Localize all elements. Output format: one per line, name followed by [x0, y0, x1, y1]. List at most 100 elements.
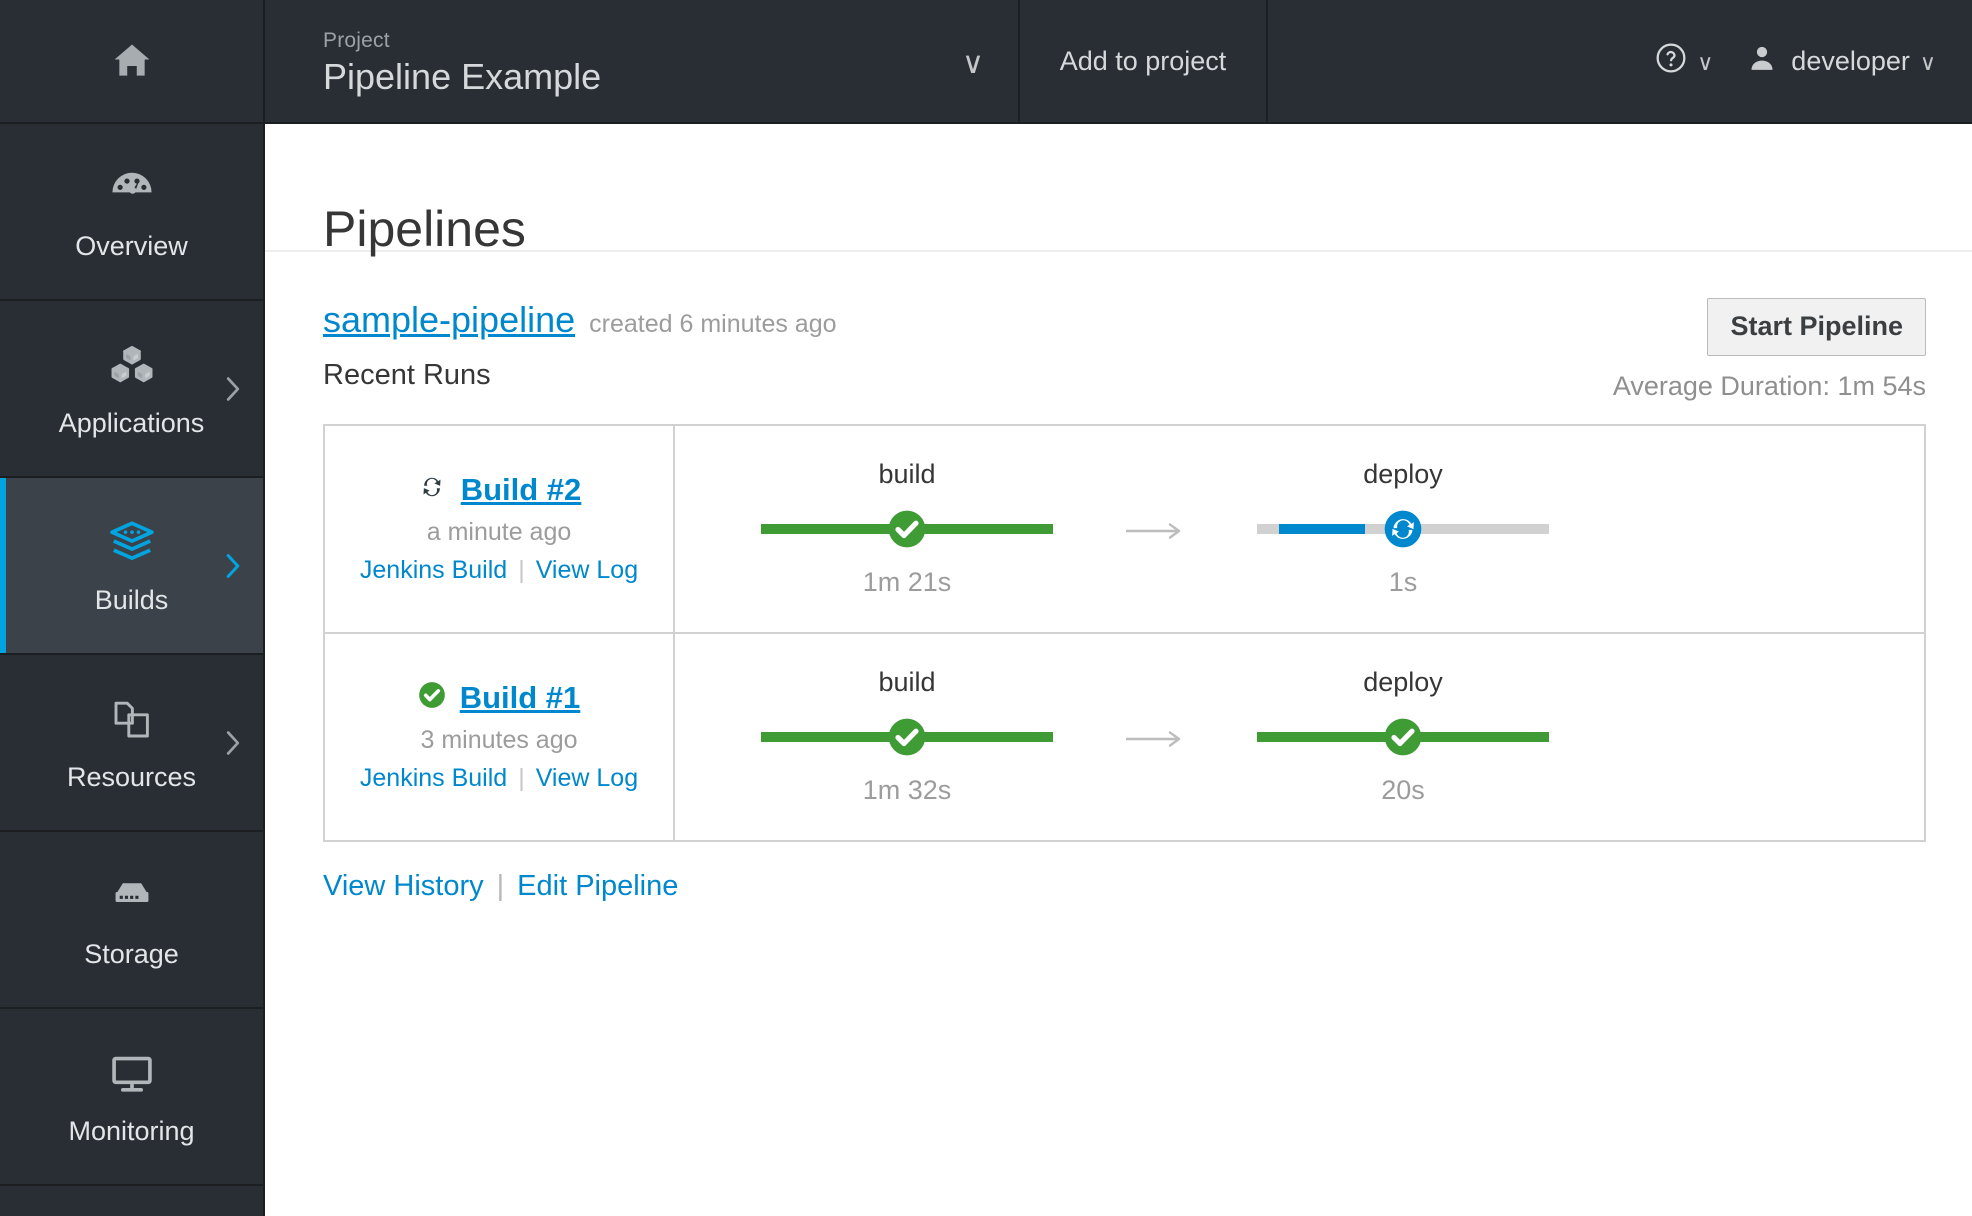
- arrow-right-icon: [1113, 519, 1197, 543]
- pipeline-header-left: sample-pipeline created 6 minutes ago Re…: [323, 296, 837, 392]
- sidebar-item-label: Applications: [58, 407, 205, 438]
- help-circle-icon: [1655, 42, 1687, 81]
- pipeline-created-label: created 6 minutes ago: [589, 310, 837, 338]
- table-row: Build #1 3 minutes ago Jenkins Build | V…: [325, 634, 1924, 840]
- build-timestamp: a minute ago: [426, 517, 572, 546]
- stage-progress-bar: [761, 715, 1053, 759]
- jenkins-build-link[interactable]: Jenkins Build: [360, 763, 507, 793]
- app-shell: Project Pipeline Example ∨ Add to projec…: [0, 0, 1972, 1216]
- build-links: Jenkins Build | View Log: [360, 763, 638, 793]
- page-title: Pipelines: [323, 200, 526, 257]
- build-title-row: Build #1: [418, 680, 581, 716]
- jenkins-build-link[interactable]: Jenkins Build: [360, 555, 507, 585]
- stage-build[interactable]: build: [701, 458, 1113, 598]
- add-to-project-button[interactable]: Add to project: [1020, 0, 1268, 122]
- chevron-right-icon[interactable]: [225, 730, 241, 756]
- project-text-block: Project Pipeline Example: [323, 24, 601, 99]
- stage-duration: 1m 32s: [862, 775, 952, 805]
- user-name-label: developer: [1791, 45, 1910, 76]
- stage-progress-bar: [1257, 507, 1549, 551]
- primary-sidebar: Overview Applications Builds Resources S…: [0, 124, 265, 1216]
- stage-name: build: [878, 459, 936, 489]
- topbar-right-group: ∨ developer ∨: [1655, 0, 1972, 122]
- help-menu[interactable]: ∨: [1655, 42, 1713, 81]
- help-chevron-down-icon[interactable]: ∨: [1697, 52, 1713, 74]
- chevron-right-icon[interactable]: [225, 553, 241, 579]
- run-stages-cell: build: [675, 426, 1924, 632]
- build-name-link[interactable]: Build #2: [461, 472, 582, 508]
- build-links: Jenkins Build | View Log: [360, 555, 638, 585]
- sidebar-item-builds[interactable]: Builds: [0, 478, 263, 655]
- chevron-right-icon[interactable]: [225, 376, 241, 402]
- stage-name: deploy: [1363, 667, 1443, 697]
- stage-progress-bar: [1257, 715, 1549, 759]
- sidebar-item-resources[interactable]: Resources: [0, 655, 263, 832]
- recent-runs-table: Build #2 a minute ago Jenkins Build | Vi…: [323, 424, 1926, 842]
- project-kicker: Project: [323, 28, 390, 52]
- sidebar-item-monitoring[interactable]: Monitoring: [0, 1009, 263, 1186]
- pipelines-content: sample-pipeline created 6 minutes ago Re…: [265, 252, 1972, 903]
- table-row: Build #2 a minute ago Jenkins Build | Vi…: [325, 426, 1924, 634]
- stage-build[interactable]: build: [701, 666, 1113, 806]
- stage-name: deploy: [1363, 459, 1443, 489]
- top-navigation-bar: Project Pipeline Example ∨ Add to projec…: [0, 0, 1972, 124]
- stage-deploy[interactable]: deploy: [1197, 666, 1609, 806]
- pipeline-header-right: Start Pipeline Average Duration: 1m 54s: [1613, 296, 1926, 402]
- cubes-icon: [106, 339, 158, 393]
- sidebar-item-applications[interactable]: Applications: [0, 301, 263, 478]
- stage-progress-fill: [1279, 524, 1365, 534]
- main-content: Pipelines sample-pipeline created 6 minu…: [265, 124, 1972, 1216]
- link-separator: |: [518, 555, 525, 584]
- check-circle-icon: [887, 509, 927, 549]
- dashboard-icon: [107, 162, 157, 216]
- sidebar-item-overview[interactable]: Overview: [0, 124, 263, 301]
- view-history-link[interactable]: View History: [323, 869, 484, 903]
- build-name-link[interactable]: Build #1: [460, 680, 581, 716]
- monitor-icon: [107, 1047, 157, 1101]
- pipeline-footer-links: View History | Edit Pipeline: [323, 869, 1926, 903]
- page-header: Pipelines: [265, 124, 1972, 257]
- run-stages-cell: build: [675, 634, 1924, 840]
- chevron-down-icon[interactable]: ∨: [962, 49, 984, 79]
- build-timestamp: 3 minutes ago: [420, 725, 578, 754]
- edit-pipeline-link[interactable]: Edit Pipeline: [517, 869, 678, 903]
- sync-circle-icon: [1383, 509, 1423, 549]
- user-chevron-down-icon[interactable]: ∨: [1920, 52, 1936, 74]
- pipeline-title-row: sample-pipeline created 6 minutes ago: [323, 298, 837, 342]
- arrow-right-icon: [1113, 727, 1197, 751]
- sidebar-item-storage[interactable]: Storage: [0, 832, 263, 1009]
- documents-icon: [108, 693, 156, 747]
- user-avatar-icon: [1747, 43, 1777, 80]
- stage-duration: 20s: [1381, 775, 1425, 805]
- sidebar-item-label: Overview: [75, 230, 188, 261]
- check-circle-icon: [418, 681, 446, 714]
- view-log-link[interactable]: View Log: [536, 555, 638, 585]
- stage-name: build: [878, 667, 936, 697]
- stage-progress-bar: [761, 507, 1053, 551]
- project-selector[interactable]: Project Pipeline Example ∨: [265, 0, 1020, 122]
- project-name: Pipeline Example: [323, 55, 602, 97]
- home-button[interactable]: [0, 0, 265, 122]
- link-separator: |: [496, 870, 505, 902]
- body-row: Overview Applications Builds Resources S…: [0, 124, 1972, 1216]
- link-separator: |: [518, 763, 525, 792]
- pipeline-name-link[interactable]: sample-pipeline: [323, 298, 575, 342]
- average-duration-label: Average Duration: 1m 54s: [1612, 371, 1926, 401]
- run-info-cell: Build #2 a minute ago Jenkins Build | Vi…: [325, 426, 675, 632]
- stage-duration: 1m 21s: [862, 567, 952, 597]
- user-menu[interactable]: developer ∨: [1747, 43, 1936, 80]
- start-pipeline-button[interactable]: Start Pipeline: [1707, 298, 1926, 356]
- sync-running-icon: [417, 472, 447, 507]
- recent-runs-heading: Recent Runs: [323, 359, 491, 391]
- home-icon: [110, 39, 154, 83]
- add-to-project-label: Add to project: [1059, 45, 1227, 76]
- sidebar-item-label: Monitoring: [68, 1115, 195, 1146]
- view-log-link[interactable]: View Log: [536, 763, 638, 793]
- layers-icon: [106, 516, 158, 570]
- stage-deploy[interactable]: deploy: [1197, 458, 1609, 598]
- check-circle-icon: [887, 717, 927, 757]
- pipeline-header: sample-pipeline created 6 minutes ago Re…: [323, 296, 1926, 402]
- sidebar-item-next-partial[interactable]: [0, 1186, 263, 1216]
- check-circle-icon: [1383, 717, 1423, 757]
